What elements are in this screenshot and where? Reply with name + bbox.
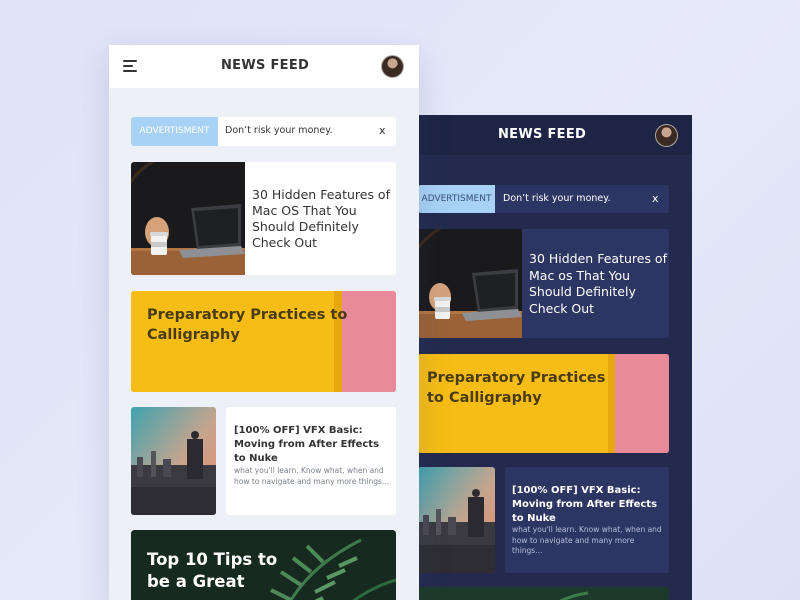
ad-text: Don’t risk your money. <box>503 193 611 204</box>
news-card[interactable]: Top 10 Tips to be a Great <box>131 530 396 600</box>
hamburger-menu-icon[interactable] <box>123 60 139 72</box>
news-card[interactable]: [100% OFF] VFX Basic: Moving from After … <box>418 467 669 573</box>
city-skyline-image <box>418 467 495 573</box>
city-skyline-image <box>131 407 216 515</box>
card-headline: Preparatory Practices to Calligraphy <box>147 307 348 343</box>
page-title: NEWS FEED <box>498 127 587 142</box>
news-card[interactable]: Preparatory Practices to Calligraphy <box>131 291 396 392</box>
close-icon[interactable]: x <box>379 124 386 137</box>
laptop-desk-image <box>418 229 522 338</box>
card-headline: Top 10 Tips to be a Great <box>147 550 278 591</box>
ad-banner[interactable]: ADVERTISMENT Don’t risk your money. x <box>131 117 396 146</box>
card-body: [100% OFF] VFX Basic: Moving from After … <box>505 467 669 573</box>
card-headline: [100% OFF] VFX Basic: Moving from After … <box>234 425 380 464</box>
news-card[interactable]: 30 Hidden Features of Mac os That You Sh… <box>418 229 669 338</box>
dark-header: NEWS FEED <box>418 115 692 155</box>
card-description: what you'll learn. Know what, when and h… <box>512 525 662 555</box>
light-header: NEWS FEED <box>109 45 419 88</box>
user-avatar[interactable] <box>381 55 404 78</box>
card-headline: Preparatory Practices to Calligraphy <box>427 370 606 406</box>
ad-tag: ADVERTISMENT <box>418 185 495 213</box>
news-card[interactable]: Preparatory Practices to Calligraphy <box>418 354 669 453</box>
news-card[interactable]: [100% OFF] VFX Basic: Moving from After … <box>131 407 396 515</box>
dark-theme-screen: NEWS FEED ADVERTISMENT Don’t risk your m… <box>418 115 692 600</box>
ad-text: Don’t risk your money. <box>225 125 333 136</box>
page-title: NEWS FEED <box>221 58 310 73</box>
ad-tag: ADVERTISMENT <box>131 117 218 146</box>
news-card[interactable]: 30 Hidden Features of Mac OS That You Sh… <box>131 162 396 275</box>
light-theme-screen: NEWS FEED ADVERTISMENT Don’t risk your m… <box>109 45 419 600</box>
ad-banner[interactable]: ADVERTISMENT Don’t risk your money. x <box>418 185 669 213</box>
card-headline: 30 Hidden Features of Mac os That You Sh… <box>529 251 667 316</box>
news-card[interactable] <box>418 587 669 600</box>
laptop-desk-image <box>131 162 245 275</box>
close-icon[interactable]: x <box>652 192 659 205</box>
card-description: what you'll learn. Know what, when and h… <box>234 466 390 486</box>
card-headline: 30 Hidden Features of Mac OS That You Sh… <box>252 187 390 250</box>
card-headline: [100% OFF] VFX Basic: Moving from After … <box>512 485 658 524</box>
user-avatar[interactable] <box>655 124 678 147</box>
card-body: [100% OFF] VFX Basic: Moving from After … <box>226 407 396 515</box>
